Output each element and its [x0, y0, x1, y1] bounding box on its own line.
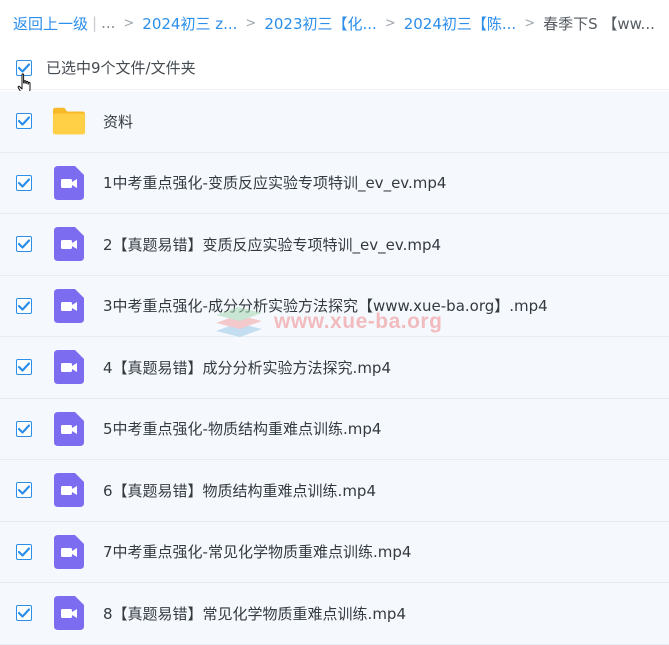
file-name[interactable]: 1中考重点强化-变质反应实验专项特训_ev_ev.mp4	[103, 172, 446, 193]
list-item-folder[interactable]: 资料	[0, 91, 669, 153]
check-icon	[18, 239, 30, 249]
row-checkbox[interactable]	[16, 359, 32, 376]
list-item-video[interactable]: 8【真题易错】常见化学物质重难点训练.mp4	[0, 583, 669, 645]
row-checkbox[interactable]	[16, 543, 32, 560]
selection-count: 已选中9个文件/文件夹	[46, 59, 196, 77]
list-item-video[interactable]: 2【真题易错】变质反应实验专项特训_ev_ev.mp4	[0, 214, 669, 276]
chevron-right-icon: >	[123, 15, 135, 31]
file-name[interactable]: 8【真题易错】常见化学物质重难点训练.mp4	[103, 603, 406, 624]
video-file-icon	[52, 288, 86, 323]
video-file-icon	[52, 411, 86, 446]
file-name[interactable]: 3中考重点强化-成分分析实验方法探究【www.xue-ba.org】.mp4	[103, 295, 548, 316]
chevron-right-icon: >	[245, 15, 257, 31]
list-item-video[interactable]: 5中考重点强化-物质结构重难点训练.mp4	[0, 398, 669, 460]
folder-icon	[52, 104, 86, 138]
breadcrumb-ellipsis[interactable]: ...	[101, 14, 115, 32]
check-icon	[18, 547, 30, 557]
check-icon	[18, 301, 30, 311]
file-name[interactable]: 4【真题易错】成分分析实验方法探究.mp4	[103, 357, 391, 378]
file-name[interactable]: 资料	[103, 111, 133, 132]
check-icon	[18, 116, 30, 126]
breadcrumb-divider: |	[92, 14, 98, 32]
video-file-icon	[52, 473, 86, 508]
file-name[interactable]: 7中考重点强化-常见化学物质重难点训练.mp4	[103, 541, 411, 562]
row-checkbox[interactable]	[16, 297, 32, 314]
video-file-icon	[52, 227, 86, 262]
file-name[interactable]: 2【真题易错】变质反应实验专项特训_ev_ev.mp4	[103, 234, 441, 255]
video-file-icon	[52, 350, 86, 385]
chevron-right-icon: >	[384, 15, 396, 31]
list-item-video[interactable]: 4【真题易错】成分分析实验方法探究.mp4	[0, 337, 669, 399]
list-item-video[interactable]: 6【真题易错】物质结构重难点训练.mp4	[0, 460, 669, 522]
chevron-right-icon: >	[524, 15, 536, 31]
row-checkbox[interactable]	[16, 236, 32, 253]
list-item-video[interactable]: 7中考重点强化-常见化学物质重难点训练.mp4	[0, 521, 669, 583]
breadcrumb-item-2[interactable]: 2023初三【化...	[264, 13, 376, 34]
check-icon	[18, 485, 30, 495]
breadcrumb: 返回上一级 | ... > 2024初三 z... > 2023初三【化... …	[0, 0, 669, 46]
breadcrumb-item-1[interactable]: 2024初三 z...	[142, 13, 237, 34]
check-icon	[18, 424, 30, 434]
list-item-video[interactable]: 3中考重点强化-成分分析实验方法探究【www.xue-ba.org】.mp4	[0, 275, 669, 337]
check-icon	[18, 362, 30, 372]
row-checkbox[interactable]	[16, 113, 32, 130]
video-file-icon	[52, 165, 86, 200]
check-icon	[18, 608, 30, 618]
file-name[interactable]: 6【真题易错】物质结构重难点训练.mp4	[103, 480, 376, 501]
row-checkbox[interactable]	[16, 605, 32, 622]
row-checkbox[interactable]	[16, 174, 32, 191]
breadcrumb-current: 春季下S 【ww...	[543, 14, 655, 33]
list-item-video[interactable]: 1中考重点强化-变质反应实验专项特训_ev_ev.mp4	[0, 152, 669, 214]
file-list: 资料 1中考重点强化-变质反应实验专项特训_ev_ev.mp4 2【真题易错】变…	[0, 91, 669, 645]
back-link[interactable]: 返回上一级	[13, 13, 88, 34]
selection-bar: 已选中9个文件/文件夹	[0, 46, 669, 90]
video-file-icon	[52, 534, 86, 569]
row-checkbox[interactable]	[16, 420, 32, 437]
file-name[interactable]: 5中考重点强化-物质结构重难点训练.mp4	[103, 418, 381, 439]
breadcrumb-item-3[interactable]: 2024初三【陈...	[404, 13, 516, 34]
video-file-icon	[52, 596, 86, 631]
check-icon	[18, 178, 30, 188]
row-checkbox[interactable]	[16, 482, 32, 499]
check-icon	[18, 62, 30, 73]
